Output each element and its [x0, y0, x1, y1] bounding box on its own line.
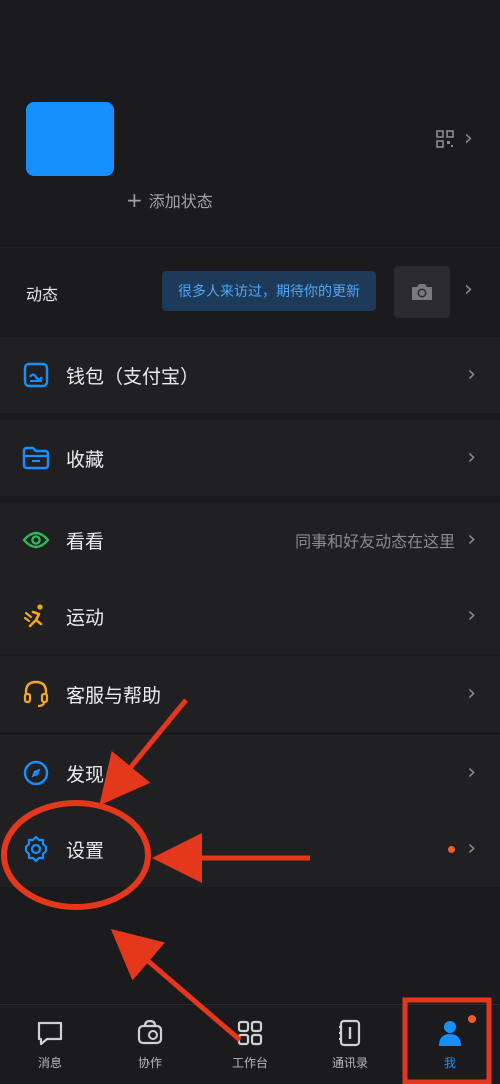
- camera-button[interactable]: [394, 266, 450, 318]
- chevron-right-icon: ›: [467, 603, 476, 628]
- contacts-book-icon: [339, 1019, 361, 1047]
- nav-tab-collaboration[interactable]: 协作: [100, 1005, 200, 1084]
- nav-tab-me[interactable]: 我: [400, 1005, 500, 1084]
- chevron-right-icon: ›: [467, 760, 476, 785]
- headset-icon: [22, 680, 50, 708]
- profile-avatar[interactable]: [26, 102, 114, 176]
- wallet-group: 钱包（支付宝） ›: [0, 337, 500, 413]
- support-group: 客服与帮助 ›: [0, 656, 500, 732]
- nav-label: 消息: [37, 1056, 62, 1070]
- chevron-right-icon: ›: [464, 126, 473, 151]
- nav-tab-contacts[interactable]: 通讯录: [300, 1005, 400, 1084]
- menu-item-support[interactable]: 客服与帮助 ›: [0, 656, 500, 732]
- menu-item-watch[interactable]: 看看 同事和好友动态在这里 ›: [0, 502, 500, 578]
- menu-label-sports: 运动: [66, 606, 105, 629]
- chevron-right-icon: ›: [467, 445, 476, 470]
- chat-bubble-icon: [37, 1021, 63, 1046]
- qr-code-entry[interactable]: ›: [436, 128, 473, 150]
- menu-label-settings: 设置: [66, 839, 105, 862]
- nav-tab-messages[interactable]: 消息: [0, 1005, 100, 1084]
- menu-item-wallet[interactable]: 钱包（支付宝） ›: [0, 337, 500, 413]
- discover-settings-group: 发现 › 设置 ›: [0, 735, 500, 887]
- chevron-right-icon: ›: [464, 277, 473, 302]
- nav-tab-workbench[interactable]: 工作台: [200, 1005, 300, 1084]
- menu-item-favorites[interactable]: 收藏 ›: [0, 420, 500, 496]
- menu-item-settings[interactable]: 设置 ›: [0, 811, 500, 887]
- folder-icon: [22, 444, 50, 472]
- camera-icon: [412, 284, 432, 300]
- menu-label-favorites: 收藏: [66, 448, 105, 471]
- watch-hint: 同事和好友动态在这里: [295, 532, 456, 551]
- nav-label: 工作台: [231, 1056, 268, 1070]
- nav-label: 协作: [137, 1056, 162, 1070]
- profile-header: › + 添加状态: [0, 0, 500, 240]
- grid-icon: [237, 1020, 263, 1046]
- qr-code-icon: [436, 130, 454, 148]
- chevron-right-icon: ›: [467, 836, 476, 861]
- menu-label-discover: 发现: [66, 763, 105, 786]
- bottom-navigation: 消息 协作 工作台 通讯录 我: [0, 1004, 500, 1084]
- chevron-right-icon: ›: [467, 527, 476, 552]
- menu-label-watch: 看看: [66, 530, 105, 553]
- notification-dot: [468, 1015, 476, 1023]
- add-status-label: 添加状态: [148, 192, 213, 211]
- notification-dot: [448, 845, 456, 853]
- add-status-button[interactable]: + 添加状态: [126, 188, 213, 212]
- plus-icon: +: [126, 188, 143, 212]
- favorites-group: 收藏 ›: [0, 420, 500, 496]
- eye-icon: [22, 526, 50, 554]
- gear-icon: [22, 835, 50, 863]
- compass-icon: [22, 759, 50, 787]
- dynamics-label: 动态: [26, 285, 59, 304]
- running-icon: [22, 602, 50, 630]
- chevron-right-icon: ›: [467, 362, 476, 387]
- menu-item-discover[interactable]: 发现 ›: [0, 735, 500, 811]
- wallet-icon: [22, 361, 50, 389]
- person-icon: [439, 1021, 461, 1046]
- dynamics-tip: 很多人来访过，期待你的更新: [162, 271, 376, 311]
- nav-label: 通讯录: [331, 1056, 368, 1070]
- menu-label-support: 客服与帮助: [66, 684, 162, 707]
- menu-item-sports[interactable]: 运动 ›: [0, 578, 500, 654]
- briefcase-icon: [137, 1019, 163, 1045]
- nav-label: 我: [443, 1056, 456, 1070]
- chevron-right-icon: ›: [467, 681, 476, 706]
- menu-label-wallet: 钱包（支付宝）: [66, 365, 200, 388]
- watch-sports-group: 看看 同事和好友动态在这里 › 运动 ›: [0, 502, 500, 654]
